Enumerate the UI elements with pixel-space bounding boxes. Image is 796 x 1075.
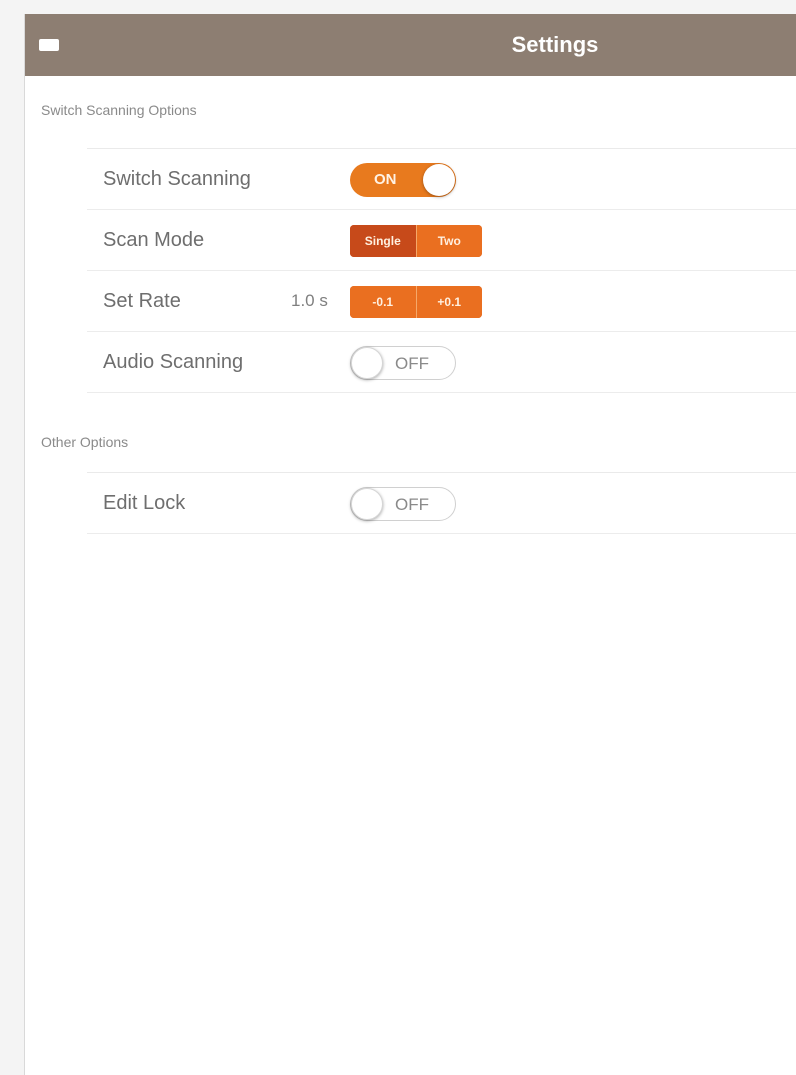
rate-increment-button[interactable]: +0.1: [415, 286, 482, 318]
row-edit-lock: Edit Lock OFF: [87, 473, 796, 534]
row-label: Audio Scanning: [103, 351, 244, 373]
edit-lock-toggle[interactable]: OFF: [350, 487, 456, 521]
row-switch-scanning: Switch Scanning ON: [87, 149, 796, 210]
row-audio-scanning: Audio Scanning OFF: [87, 332, 796, 393]
other-options-group: Edit Lock OFF: [87, 472, 796, 534]
toggle-state-text: OFF: [395, 495, 429, 514]
audio-scanning-toggle[interactable]: OFF: [350, 346, 456, 380]
section-header-switch-scanning: Switch Scanning Options: [41, 102, 197, 118]
scan-mode-two-button[interactable]: Two: [415, 225, 482, 257]
row-label: Edit Lock: [103, 492, 186, 514]
toggle-state-text: ON: [374, 171, 397, 188]
page-title: Settings: [511, 32, 599, 57]
settings-window: Settings Switch Scanning Options Switch …: [24, 14, 796, 1075]
toggle-knob: [351, 488, 383, 520]
title-bar: Settings: [25, 14, 796, 76]
toggle-knob: [423, 164, 455, 196]
row-label: Set Rate: [103, 290, 181, 312]
rate-stepper[interactable]: -0.1 +0.1: [350, 286, 482, 318]
switch-scanning-toggle[interactable]: ON: [350, 163, 456, 197]
row-scan-mode: Scan Mode Single Two: [87, 210, 796, 271]
toggle-state-text: OFF: [395, 354, 429, 373]
toggle-knob: [351, 347, 383, 379]
row-label: Scan Mode: [103, 229, 205, 251]
section-header-other-options: Other Options: [41, 434, 129, 450]
scan-mode-single-button[interactable]: Single: [350, 225, 416, 257]
scan-mode-segmented-control[interactable]: Single Two: [350, 225, 482, 257]
rate-decrement-button[interactable]: -0.1: [350, 286, 416, 318]
row-label: Switch Scanning: [103, 168, 251, 190]
rate-value: 1.0 s: [291, 291, 328, 310]
row-set-rate: Set Rate 1.0 s -0.1 +0.1: [87, 271, 796, 332]
switch-scanning-group: Switch Scanning ON Scan Mode Single Two …: [87, 148, 796, 393]
